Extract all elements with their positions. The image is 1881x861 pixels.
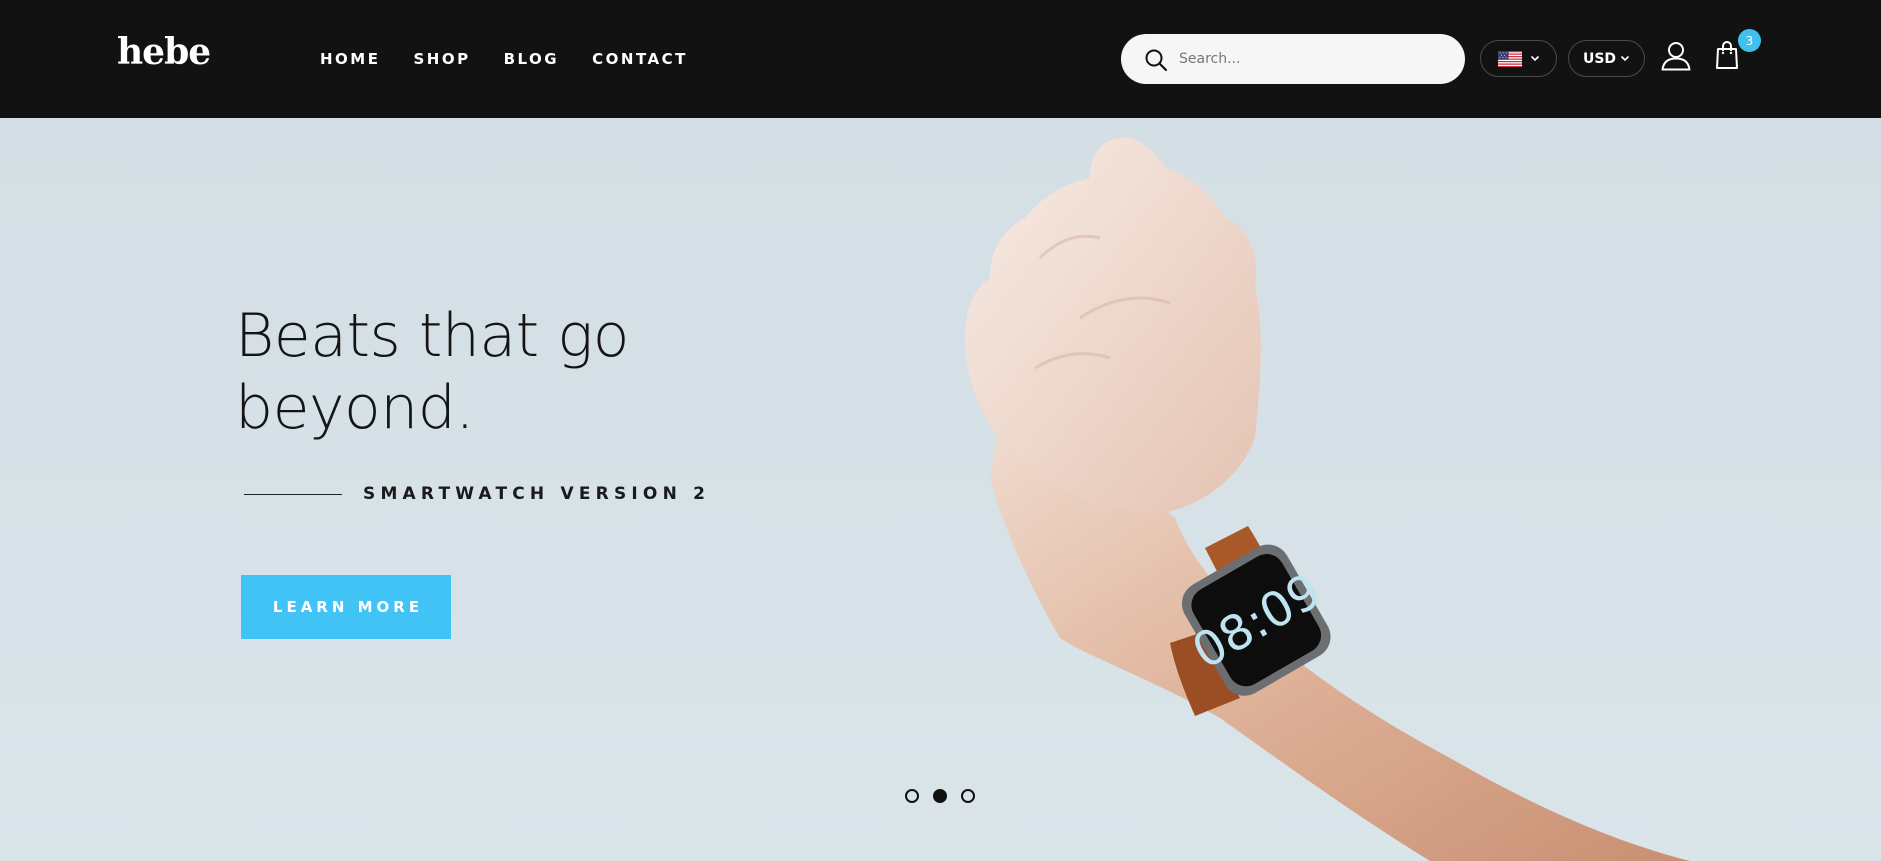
brand-logo[interactable]: hebe (117, 31, 211, 73)
nav-item-shop[interactable]: SHOP (413, 50, 470, 68)
slide-dot-2-active[interactable] (933, 789, 947, 803)
shopping-bag-icon (1716, 41, 1738, 69)
slide-dot-3[interactable] (961, 789, 975, 803)
cart-button[interactable]: 3 (1715, 29, 1761, 72)
search-icon[interactable] (1143, 47, 1169, 73)
chevron-down-icon (1530, 55, 1539, 62)
hero-title: Beats that go beyond. (235, 300, 755, 444)
learn-more-button[interactable]: LEARN MORE (241, 575, 451, 639)
hero-subtitle: SMARTWATCH VERSION 2 (363, 484, 711, 504)
hero-slider: 08:09 Beats that go beyond. SMARTWATCH V… (0, 118, 1881, 861)
search-box (1121, 34, 1465, 84)
chevron-down-icon (1620, 55, 1630, 62)
hero-title-line2: beyond. (235, 373, 474, 443)
currency-label: USD (1582, 50, 1617, 67)
user-account-icon[interactable] (1660, 40, 1692, 72)
currency-selector[interactable]: USD (1568, 40, 1645, 77)
search-input[interactable] (1177, 42, 1447, 76)
cart-count-badge: 3 (1738, 29, 1761, 52)
us-flag-icon (1497, 50, 1522, 67)
hero-title-line1: Beats that go (235, 301, 629, 371)
slide-dot-1[interactable] (905, 789, 919, 803)
subtitle-divider (244, 494, 342, 495)
hero-image-wrist-smartwatch: 08:09 (965, 137, 1690, 861)
site-header: hebe HOME SHOP BLOG CONTACT Search... US… (0, 0, 1881, 118)
main-nav: HOME SHOP BLOG CONTACT (320, 50, 688, 68)
nav-item-contact[interactable]: CONTACT (592, 50, 688, 68)
nav-item-home[interactable]: HOME (320, 50, 380, 68)
nav-item-blog[interactable]: BLOG (504, 50, 560, 68)
slider-pagination (905, 789, 975, 803)
language-selector[interactable] (1480, 40, 1557, 77)
